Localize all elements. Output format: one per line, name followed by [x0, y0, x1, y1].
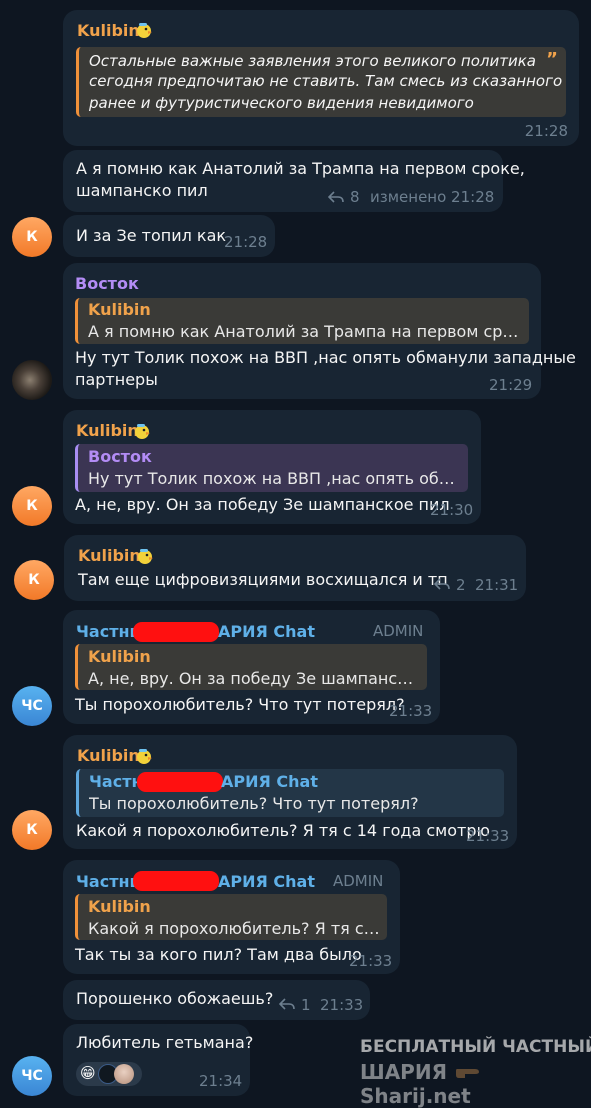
- sender-name[interactable]: Kulibin: [77, 21, 140, 40]
- edited-time: изменено 21:28: [370, 188, 495, 206]
- message-bubble[interactable]: Частны АРИЯ Chat ADMIN Kulibin Какой я п…: [63, 860, 400, 974]
- avatar[interactable]: [12, 360, 52, 400]
- message-bubble[interactable]: Kulibin Там еще цифровизяциями восхищалс…: [64, 535, 526, 601]
- quote-text: Какой я порохолюбитель? Я тя с 14 ...: [88, 919, 382, 938]
- duck-emoji-icon: [138, 549, 153, 564]
- message-bubble[interactable]: Kulibin Частны АРИЯ Chat Ты порохолюбите…: [63, 735, 517, 849]
- quote-author: Восток: [88, 447, 152, 466]
- message-bubble[interactable]: Порошенко обожаешь? 1 21:33: [63, 980, 370, 1020]
- quote-line: ранее и футуристического видения невидим…: [89, 94, 474, 112]
- admin-badge: ADMIN: [373, 622, 424, 640]
- reply-icon: [279, 998, 295, 1010]
- message-text: Любитель гетьмана?: [76, 1033, 254, 1052]
- pointing-hand-icon: [456, 1069, 480, 1078]
- redaction-mark: [133, 871, 219, 891]
- message-text: Там еще цифровизяциями восхищался и тп: [78, 570, 448, 589]
- quote-text: Ну тут Толик похож на ВВП ,нас опять обм…: [88, 469, 463, 488]
- quote-line: Остальные важные заявления этого великог…: [89, 52, 536, 70]
- message-time: 21:33: [349, 952, 393, 970]
- sender-name[interactable]: АРИЯ Chat: [218, 622, 315, 641]
- watermark-text: ШАРИЯ: [360, 1060, 447, 1084]
- avatar[interactable]: К: [12, 486, 52, 526]
- reply-icon: [434, 578, 450, 590]
- watermark-text: Sharij.net: [360, 1084, 471, 1108]
- quote-block[interactable]: Восток Ну тут Толик похож на ВВП ,нас оп…: [75, 444, 468, 492]
- message-bubble[interactable]: Любитель гетьмана? 😁 21:34: [63, 1024, 254, 1096]
- sender-name[interactable]: Kulibin: [76, 421, 139, 440]
- message-time: 21:31: [475, 576, 519, 594]
- message-time: 21:33: [320, 996, 364, 1014]
- quote-author: Kulibin: [88, 897, 151, 916]
- quote-block[interactable]: Kulibin А я помню как Анатолий за Трампа…: [75, 298, 529, 344]
- message-text: партнеры: [75, 370, 158, 389]
- avatar[interactable]: К: [12, 217, 52, 257]
- message-time: 21:29: [489, 376, 533, 394]
- message-text: И за Зе топил как: [76, 226, 227, 245]
- message-text: А, не, вру. Он за победу Зе шампанское п…: [75, 495, 450, 514]
- message-bubble[interactable]: Kulibin Остальные важные заявления этого…: [63, 10, 579, 146]
- duck-emoji-icon: [135, 424, 150, 439]
- sender-name[interactable]: АРИЯ Chat: [218, 872, 315, 891]
- avatar[interactable]: К: [12, 810, 52, 850]
- message-bubble[interactable]: Kulibin Восток Ну тут Толик похож на ВВП…: [63, 410, 481, 524]
- quote-block[interactable]: Kulibin Какой я порохолюбитель? Я тя с 1…: [75, 894, 387, 940]
- quote-mark-icon: ”: [546, 49, 558, 70]
- watermark-line: БЕСПЛАТНЫЙ ЧАСТНЫЙ: [360, 1037, 591, 1057]
- reply-count[interactable]: 1: [301, 996, 311, 1014]
- message-bubble[interactable]: Частны АРИЯ Chat ADMIN Kulibin А, не, вр…: [63, 610, 440, 724]
- reactor-avatar: [114, 1064, 134, 1084]
- avatar[interactable]: ЧС: [12, 1056, 52, 1096]
- quote-author: Kulibin: [88, 647, 151, 666]
- quote-text: А, не, вру. Он за победу Зе шампанское .…: [88, 669, 422, 688]
- message-text: Так ты за кого пил? Там два было: [75, 945, 362, 964]
- quote-block[interactable]: Частны АРИЯ Chat Ты порохолюбитель? Что …: [76, 769, 504, 817]
- message-time: 21:34: [199, 1072, 243, 1090]
- message-bubble[interactable]: Восток Kulibin А я помню как Анатолий за…: [63, 263, 576, 399]
- message-text: шампанско пил: [76, 181, 208, 200]
- reply-count[interactable]: 8: [350, 188, 360, 206]
- message-bubble[interactable]: И за Зе топил как 21:28: [63, 215, 275, 257]
- quote-line: сегодня предпочитаю не ставить. Там смес…: [89, 72, 563, 90]
- quote-text: А я помню как Анатолий за Трампа на перв…: [88, 322, 522, 341]
- quote-block[interactable]: Остальные важные заявления этого великог…: [76, 47, 566, 117]
- message-time: 21:30: [430, 501, 474, 519]
- grin-emoji-icon: 😁: [80, 1064, 96, 1082]
- message-text: Ты порохолюбитель? Что тут потерял?: [75, 695, 405, 714]
- message-time: 21:33: [466, 827, 510, 845]
- message-text: Ну тут Толик похож на ВВП ,нас опять обм…: [75, 348, 576, 367]
- message-text: Порошенко обожаешь?: [76, 989, 274, 1008]
- sender-name[interactable]: Kulibin: [78, 546, 141, 565]
- quote-author: Kulibin: [88, 300, 151, 319]
- reaction-badge[interactable]: 😁: [76, 1062, 142, 1086]
- avatar[interactable]: К: [14, 560, 54, 600]
- quote-author: АРИЯ Chat: [221, 772, 318, 791]
- message-time: 21:28: [224, 233, 268, 251]
- redaction-mark: [133, 622, 219, 642]
- redaction-mark: [137, 772, 223, 792]
- sender-name[interactable]: Kulibin: [77, 746, 140, 765]
- message-bubble[interactable]: А я помню как Анатолий за Трампа на перв…: [63, 150, 525, 212]
- duck-emoji-icon: [137, 23, 152, 38]
- reply-icon: [328, 191, 344, 203]
- message-time: 21:33: [389, 702, 433, 720]
- quote-text: Ты порохолюбитель? Что тут потерял?: [89, 794, 419, 813]
- duck-emoji-icon: [137, 749, 152, 764]
- message-text: А я помню как Анатолий за Трампа на перв…: [76, 159, 525, 178]
- message-time: 21:28: [524, 122, 568, 140]
- admin-badge: ADMIN: [333, 872, 384, 890]
- reply-count[interactable]: 2: [456, 576, 466, 594]
- avatar[interactable]: ЧС: [12, 686, 52, 726]
- message-text: Какой я порохолюбитель? Я тя с 14 года с…: [76, 821, 490, 840]
- sender-name[interactable]: Восток: [75, 274, 139, 293]
- quote-block[interactable]: Kulibin А, не, вру. Он за победу Зе шамп…: [75, 644, 427, 690]
